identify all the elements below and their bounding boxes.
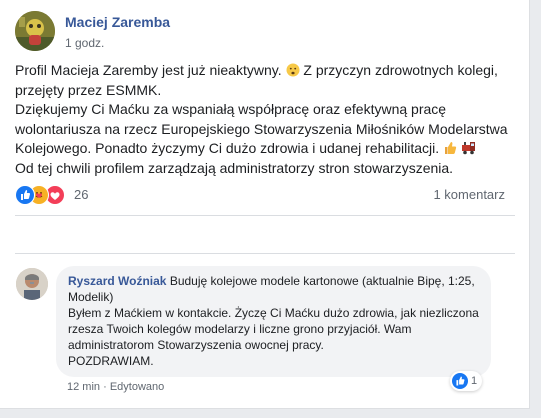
sad-face-icon <box>286 63 300 77</box>
post-paragraph-1: Profil Macieja Zaremby jest już nieaktyw… <box>15 62 498 98</box>
post-author-name[interactable]: Maciej Zaremba <box>65 14 170 30</box>
comment-closing: POZDRAWIAM. <box>68 354 154 368</box>
comment-like-count: 1 <box>471 375 478 387</box>
thumbs-up-icon <box>443 141 457 155</box>
commenter-avatar[interactable] <box>16 268 48 300</box>
post-card: Maciej Zaremba 1 godz. Profil Macieja Za… <box>0 0 530 409</box>
author-avatar[interactable] <box>15 11 55 51</box>
like-reaction-icon <box>15 185 35 205</box>
meta-separator: · <box>103 381 107 393</box>
comment-timestamp[interactable]: 12 min <box>67 381 100 393</box>
comment-like-badge[interactable]: 1 <box>450 371 483 391</box>
post-paragraph-3: Od tej chwili profilem zarządzają admini… <box>15 159 454 176</box>
comment-edited-label[interactable]: Edytowano <box>110 381 164 393</box>
comment-author-name[interactable]: Ryszard Woźniak <box>68 274 166 288</box>
comments-count-link[interactable]: 1 komentarz <box>433 187 505 202</box>
comment-meta: 12 min · Edytowano <box>67 381 164 393</box>
reaction-count: 26 <box>74 187 89 202</box>
post-text: Profil Macieja Zaremby jest już nieaktyw… <box>15 61 515 178</box>
locomotive-icon <box>461 141 475 155</box>
action-bar-divider-top <box>15 215 515 216</box>
comment-bubble: Ryszard Woźniak Buduję kolejowe modele k… <box>56 266 491 377</box>
comment-body: Byłem z Maćkiem w kontakcie. Życzę Ci Ma… <box>68 306 479 352</box>
action-bar-divider-bottom <box>15 253 515 254</box>
like-reaction-icon <box>452 373 468 389</box>
post-timestamp[interactable]: 1 godz. <box>65 36 104 50</box>
post-paragraph-2: Dziękujemy Ci Maćku za wspaniałą współpr… <box>15 101 508 156</box>
